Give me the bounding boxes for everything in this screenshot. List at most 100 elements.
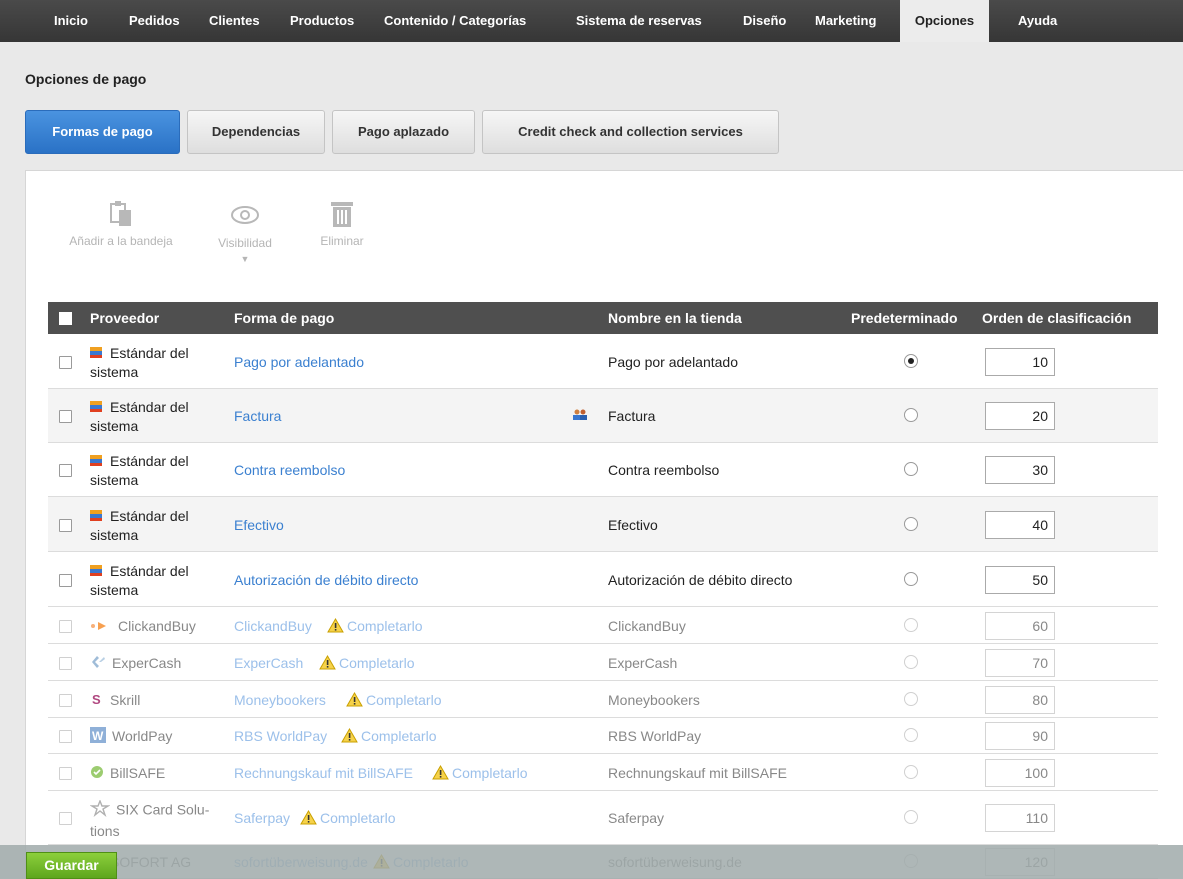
table-row[interactable]: ClickandBuy ClickandBuy Completarlo Clickan… xyxy=(48,607,1158,644)
row-checkbox[interactable] xyxy=(59,767,72,780)
table-row[interactable]: Estándar del sistema Factura Factura xyxy=(48,389,1158,443)
nav-item-clientes[interactable]: Clientes xyxy=(209,0,260,42)
visibility-label: Visibilidad xyxy=(218,236,272,250)
sort-order-input[interactable] xyxy=(985,566,1055,594)
payment-method-link[interactable]: Autorización de débito directo xyxy=(234,572,418,588)
default-radio[interactable] xyxy=(904,462,918,476)
header-sort-order[interactable]: Orden de clasificación xyxy=(982,302,1131,334)
shop-name-cell: Efectivo xyxy=(608,517,658,533)
sort-order-input[interactable] xyxy=(985,511,1055,539)
row-checkbox[interactable] xyxy=(59,812,72,825)
payment-method-link[interactable]: ExperCash xyxy=(234,655,303,671)
nav-item-diseno[interactable]: Diseño xyxy=(743,0,786,42)
complete-setup-link[interactable]: Completarlo xyxy=(423,764,527,781)
sort-order-input[interactable] xyxy=(985,402,1055,430)
nav-item-contenido-categorias[interactable]: Contenido / Categorías xyxy=(384,0,526,42)
table-row[interactable]: S Skrill Moneybookers Completarlo Moneybooke… xyxy=(48,681,1158,718)
default-radio[interactable] xyxy=(904,354,918,368)
row-checkbox[interactable] xyxy=(59,657,72,670)
provider-cell: Estándar del sistema xyxy=(90,452,189,489)
table-row[interactable]: Estándar del sistema Efectivo Efectivo xyxy=(48,497,1158,552)
sort-order-input[interactable] xyxy=(985,649,1055,677)
default-radio[interactable] xyxy=(904,765,918,779)
sort-order-input[interactable] xyxy=(985,722,1055,750)
nav-item-pedidos[interactable]: Pedidos xyxy=(129,0,180,42)
nav-item-inicio[interactable]: Inicio xyxy=(54,0,88,42)
sort-order-input[interactable] xyxy=(985,759,1055,787)
provider-name: Skrill xyxy=(110,692,141,708)
complete-setup-link[interactable]: Completarlo xyxy=(332,727,436,744)
tab-dependencias[interactable]: Dependencias xyxy=(187,110,325,154)
complete-setup-link[interactable]: Completarlo xyxy=(310,654,414,671)
row-checkbox[interactable] xyxy=(59,620,72,633)
default-radio[interactable] xyxy=(904,728,918,742)
default-radio[interactable] xyxy=(904,810,918,824)
sort-order-input[interactable] xyxy=(985,456,1055,484)
complete-setup-link[interactable]: Completarlo xyxy=(337,691,441,708)
row-checkbox[interactable] xyxy=(59,694,72,707)
system-standard-icon xyxy=(90,399,104,417)
payment-method-link[interactable]: ClickandBuy xyxy=(234,618,312,634)
row-checkbox[interactable] xyxy=(59,519,72,532)
add-to-tray-button[interactable]: Añadir a la bandeja xyxy=(57,200,185,249)
page-title: Opciones de pago xyxy=(25,71,147,87)
complete-setup-link[interactable]: Completarlo xyxy=(318,617,422,634)
tab-credit-check[interactable]: Credit check and collection services xyxy=(482,110,779,154)
header-default[interactable]: Predeterminado xyxy=(851,302,958,334)
tab-formas-de-pago[interactable]: Formas de pago xyxy=(25,110,180,154)
nav-item-productos[interactable]: Productos xyxy=(290,0,354,42)
nav-item-marketing[interactable]: Marketing xyxy=(815,0,876,42)
payment-method-link[interactable]: Factura xyxy=(234,408,281,424)
provider-name: WorldPay xyxy=(112,728,173,744)
sort-order-input[interactable] xyxy=(985,804,1055,832)
payment-method-link[interactable]: RBS WorldPay xyxy=(234,728,327,744)
row-checkbox[interactable] xyxy=(59,574,72,587)
default-radio[interactable] xyxy=(904,618,918,632)
table-row[interactable]: SIX Card Solu-tions Saferpay Completarlo Sa… xyxy=(48,791,1158,845)
row-checkbox[interactable] xyxy=(59,356,72,369)
trash-icon xyxy=(331,202,353,227)
payment-method-link[interactable]: Saferpay xyxy=(234,810,290,826)
table-row[interactable]: BillSAFE Rechnungskauf mit BillSAFE Comple… xyxy=(48,754,1158,791)
table-row[interactable]: ExperCash ExperCash Completarlo ExperCash xyxy=(48,644,1158,681)
row-checkbox[interactable] xyxy=(59,410,72,423)
nav-item-sistema-de-reservas[interactable]: Sistema de reservas xyxy=(576,0,702,42)
payment-method-link[interactable]: Efectivo xyxy=(234,517,284,533)
payment-method-link[interactable]: Rechnungskauf mit BillSAFE xyxy=(234,765,413,781)
table-header: Proveedor Forma de pago Nombre en la tie… xyxy=(48,302,1158,334)
payment-method-link[interactable]: Contra reembolso xyxy=(234,462,345,478)
nav-item-opciones[interactable]: Opciones xyxy=(900,0,989,42)
table-row[interactable]: W WorldPay RBS WorldPay Completarlo RBS Worl… xyxy=(48,718,1158,754)
header-shop-name[interactable]: Nombre en la tienda xyxy=(608,302,742,334)
clickandbuy-icon xyxy=(90,618,112,636)
visibility-button[interactable]: Visibilidad ▼ xyxy=(205,204,285,267)
select-all-checkbox[interactable] xyxy=(59,312,72,325)
tab-pago-aplazado[interactable]: Pago aplazado xyxy=(332,110,475,154)
nav-item-ayuda[interactable]: Ayuda xyxy=(1018,0,1057,42)
sort-order-input[interactable] xyxy=(985,686,1055,714)
default-radio[interactable] xyxy=(904,517,918,531)
provider-cell: Estándar del sistema xyxy=(90,562,189,599)
default-radio[interactable] xyxy=(904,692,918,706)
warning-icon xyxy=(310,654,339,671)
header-provider[interactable]: Proveedor xyxy=(90,302,159,334)
table-row[interactable]: Estándar del sistema Autorización de débit… xyxy=(48,552,1158,607)
complete-setup-link[interactable]: Completarlo xyxy=(291,809,395,826)
provider-name-line2: sistema xyxy=(90,472,139,489)
save-button[interactable]: Guardar xyxy=(26,852,117,879)
header-payment-method[interactable]: Forma de pago xyxy=(234,302,334,334)
sort-order-input[interactable] xyxy=(985,348,1055,376)
payment-method-link[interactable]: Moneybookers xyxy=(234,692,326,708)
table-row[interactable]: Estándar del sistema Contra reembolso Contr… xyxy=(48,443,1158,497)
row-checkbox[interactable] xyxy=(59,730,72,743)
table-row[interactable]: Estándar del sistema Pago por adelantado Pa… xyxy=(48,334,1158,389)
delete-button[interactable]: Eliminar xyxy=(306,200,378,249)
default-radio[interactable] xyxy=(904,655,918,669)
default-radio[interactable] xyxy=(904,572,918,586)
default-radio[interactable] xyxy=(904,408,918,422)
payment-method-link[interactable]: Pago por adelantado xyxy=(234,354,364,370)
provider-cell: ExperCash xyxy=(90,654,181,673)
row-checkbox[interactable] xyxy=(59,464,72,477)
provider-name: Estándar del xyxy=(110,399,189,415)
sort-order-input[interactable] xyxy=(985,612,1055,640)
